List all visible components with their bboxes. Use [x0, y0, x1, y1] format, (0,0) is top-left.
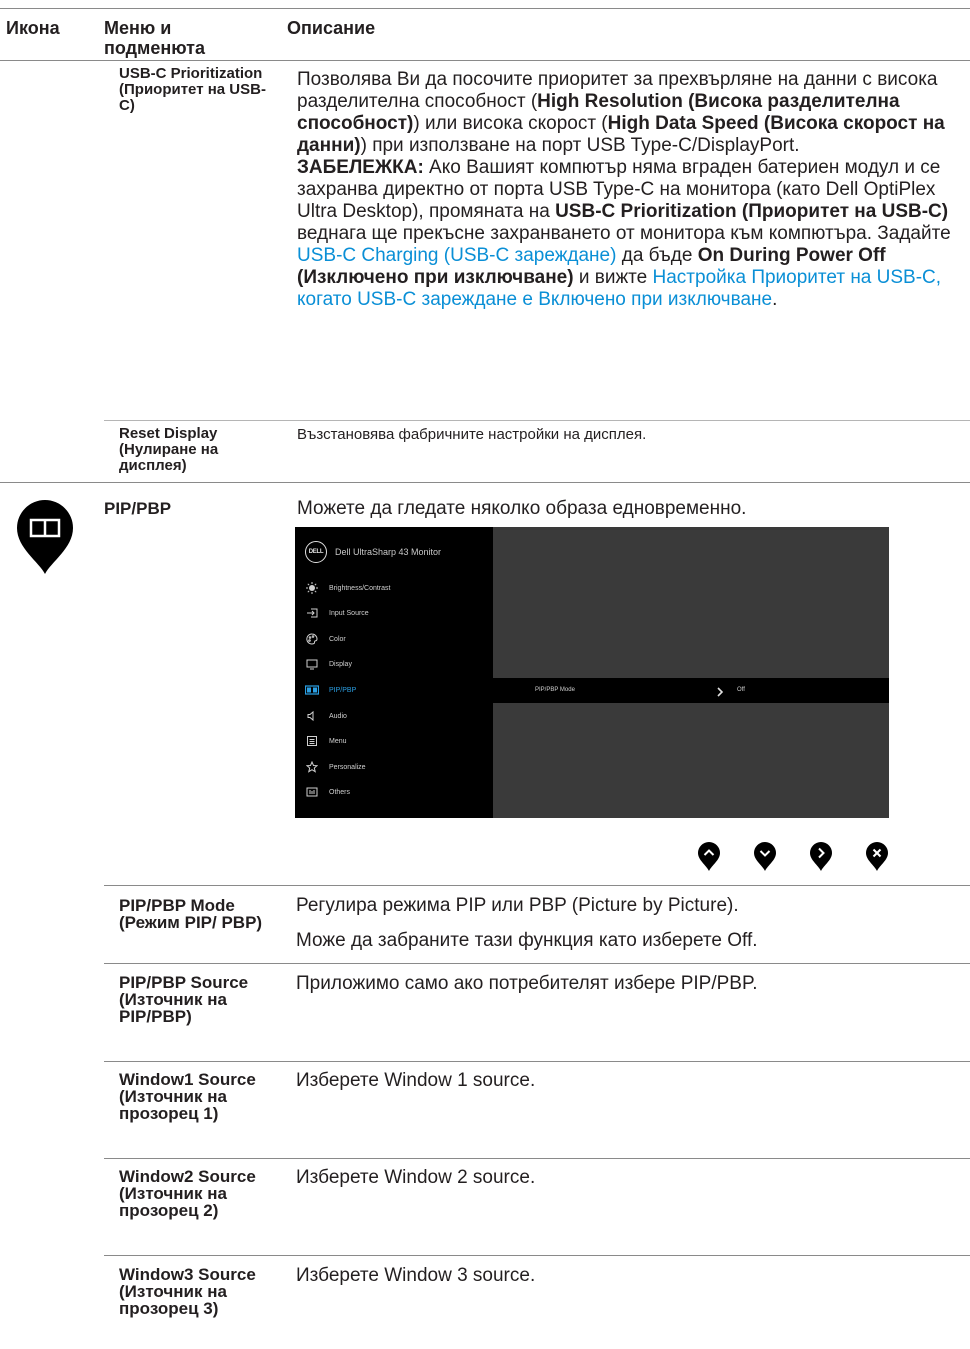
- osd-sidebar: DELL Dell UltraSharp 43 Monitor Brightne…: [295, 527, 493, 818]
- dell-logo: DELL: [305, 541, 327, 563]
- osd-row-label[interactable]: PIP/PBP Mode: [535, 687, 575, 693]
- usbc-description: Позволява Ви да посочите приоритет за пр…: [297, 69, 951, 310]
- up-icon: [697, 842, 721, 872]
- pip-pbp-icon: [305, 684, 319, 696]
- menu-icon: [305, 735, 319, 747]
- row-rule: [104, 885, 970, 886]
- personalize-icon: [305, 761, 319, 773]
- reset-description: Възстановява фабричните настройки на дис…: [297, 426, 647, 443]
- col-header-description: Описание: [287, 18, 376, 38]
- display-icon: [305, 658, 319, 670]
- menu-pip-pbp-source: PIP/PBP Source (Източник на PIP/PBP): [119, 973, 249, 1026]
- note-label: ЗАБЕЛЕЖКА:: [297, 157, 424, 178]
- row-rule: [104, 420, 970, 421]
- col-header-menu: Меню и подменюта: [104, 18, 206, 58]
- pip-mode-desc-1: Регулира режима PIP или PBP (Picture by …: [296, 895, 739, 916]
- brightness-icon: [305, 582, 319, 594]
- window1-source-desc: Изберете Window 1 source.: [296, 1070, 536, 1091]
- top-rule: [0, 8, 970, 9]
- pip-mode-desc-2: Може да забраните тази функция като избе…: [296, 930, 758, 951]
- menu-pip-pbp: PIP/PBP: [104, 499, 172, 518]
- osd-item-pip-pbp[interactable]: PIP/PBP: [305, 683, 356, 697]
- pip-pbp-joystick-icon: [15, 500, 75, 581]
- chevron-right-icon: [716, 684, 724, 702]
- others-icon: [305, 786, 319, 798]
- menu-window3-source: Window3 Source (Източник на прозорец 3): [119, 1265, 256, 1318]
- osd-item-others[interactable]: Others: [305, 785, 350, 799]
- right-icon: [809, 842, 833, 872]
- close-icon: [865, 842, 889, 872]
- menu-window1-source: Window1 Source (Източник на прозорец 1): [119, 1070, 256, 1123]
- row-rule: [104, 1158, 970, 1159]
- header-rule: [0, 60, 970, 61]
- osd-item-input-source[interactable]: Input Source: [305, 606, 369, 620]
- menu-reset-display: Reset Display (Нулиране на дисплея): [119, 425, 219, 474]
- osd-item-color[interactable]: Color: [305, 632, 346, 646]
- osd-brand: DELL Dell UltraSharp 43 Monitor: [305, 541, 441, 563]
- window3-source-desc: Изберете Window 3 source.: [296, 1265, 536, 1286]
- osd-item-display[interactable]: Display: [305, 657, 352, 671]
- row-rule: [104, 1061, 970, 1062]
- osd-item-menu[interactable]: Menu: [305, 734, 347, 748]
- window2-source-desc: Изберете Window 2 source.: [296, 1167, 536, 1188]
- osd-item-audio[interactable]: Audio: [305, 709, 347, 723]
- usbc-charging-link[interactable]: USB-C Charging (USB-C зареждане): [297, 245, 616, 266]
- osd-item-personalize[interactable]: Personalize: [305, 760, 366, 774]
- audio-icon: [305, 710, 319, 722]
- row-rule: [104, 963, 970, 964]
- menu-window2-source: Window2 Source (Източник на прозорец 2): [119, 1167, 256, 1220]
- color-icon: [305, 633, 319, 645]
- osd-item-brightness[interactable]: Brightness/Contrast: [305, 581, 390, 595]
- osd-title: Dell UltraSharp 43 Monitor: [335, 547, 442, 557]
- osd-screenshot: DELL Dell UltraSharp 43 Monitor Brightne…: [295, 527, 889, 818]
- pip-description: Можете да гледате няколко образа едновре…: [297, 498, 747, 519]
- down-icon: [753, 842, 777, 872]
- col-header-icon: Икона: [6, 18, 60, 38]
- osd-row-value: Off: [737, 687, 745, 693]
- menu-usbc-prioritization: USB-C Prioritization (Приоритет на USB-C…: [119, 65, 266, 114]
- input-source-icon: [305, 607, 319, 619]
- menu-pip-pbp-mode: PIP/PBP Mode (Режим PIP/ PBP): [119, 896, 263, 932]
- section-rule: [0, 482, 970, 483]
- row-rule: [104, 1255, 970, 1256]
- pip-source-desc: Приложимо само ако потребителят избере P…: [296, 973, 758, 994]
